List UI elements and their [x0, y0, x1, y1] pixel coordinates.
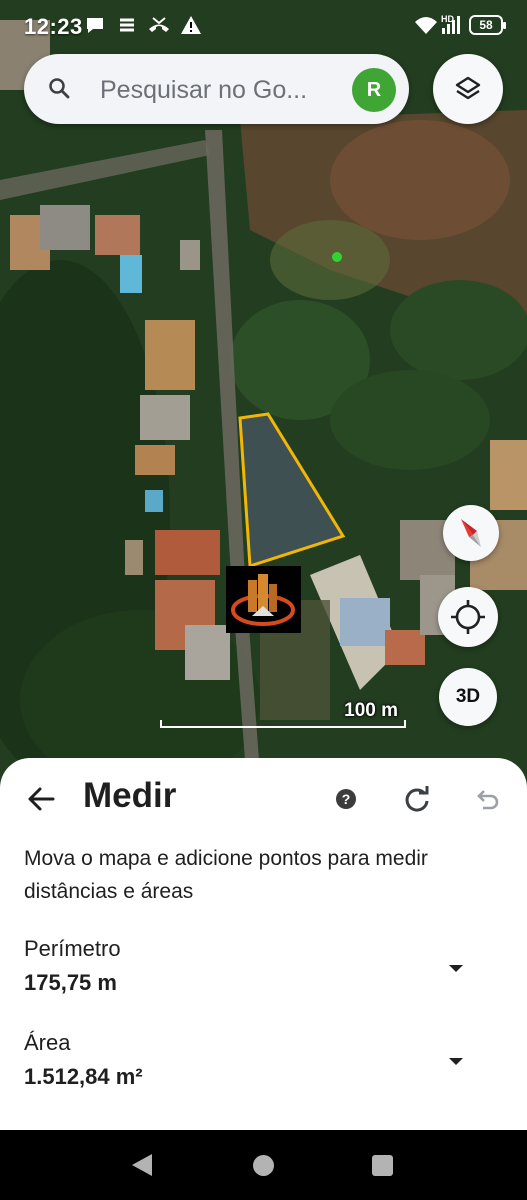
- status-bar: 12:23 HD 58: [0, 0, 527, 52]
- battery-indicator: 58: [469, 15, 506, 35]
- perimeter-value: 175,75 m: [24, 970, 117, 995]
- search-input[interactable]: [98, 68, 342, 112]
- my-location-button[interactable]: [438, 587, 498, 647]
- measure-instructions: Mova o mapa e adicione pontos para medir…: [24, 847, 428, 903]
- my-location-icon: [438, 600, 498, 651]
- cell-signal-icon: [440, 14, 464, 36]
- back-arrow-icon[interactable]: [26, 784, 56, 814]
- search-icon[interactable]: [48, 77, 70, 99]
- reset-icon[interactable]: [403, 785, 431, 813]
- app-notification-icon: [116, 14, 140, 36]
- scale-bar: [160, 720, 406, 728]
- chat-bubble-icon: [84, 14, 108, 36]
- chevron-down-icon: [446, 961, 466, 978]
- compass-icon: [443, 519, 499, 565]
- measure-panel: Medir ? Mova o mapa e adicione pontos pa…: [0, 758, 527, 1130]
- 3d-view-button[interactable]: 3D: [439, 668, 497, 726]
- real-estate-logo: [226, 566, 301, 633]
- warning-icon: [180, 14, 204, 36]
- perimeter-label: Perímetro: [24, 936, 121, 961]
- missed-call-icon: [147, 14, 171, 36]
- search-bar[interactable]: R: [24, 54, 409, 124]
- system-navigation-bar: [0, 1130, 527, 1200]
- map-scale: 100 m: [160, 700, 408, 730]
- nav-back-icon[interactable]: [130, 1152, 154, 1178]
- layers-icon: [433, 76, 503, 128]
- nav-home-icon[interactable]: [253, 1155, 274, 1176]
- undo-icon[interactable]: [474, 786, 500, 812]
- help-icon[interactable]: ?: [336, 789, 356, 809]
- status-time: 12:23: [24, 14, 83, 39]
- account-avatar[interactable]: R: [352, 68, 396, 112]
- perimeter-unit-dropdown[interactable]: [446, 961, 466, 973]
- nav-recents-icon[interactable]: [372, 1155, 393, 1176]
- area-value: 1.512,84 m²: [24, 1064, 143, 1089]
- chevron-down-icon: [446, 1054, 466, 1071]
- area-label: Área: [24, 1030, 71, 1055]
- layers-button[interactable]: [433, 54, 503, 124]
- compass-button[interactable]: [443, 505, 499, 561]
- area-unit-dropdown[interactable]: [446, 1054, 466, 1066]
- panel-title: Medir: [83, 776, 177, 815]
- scale-label: 100 m: [344, 700, 398, 721]
- wifi-icon: [414, 14, 438, 36]
